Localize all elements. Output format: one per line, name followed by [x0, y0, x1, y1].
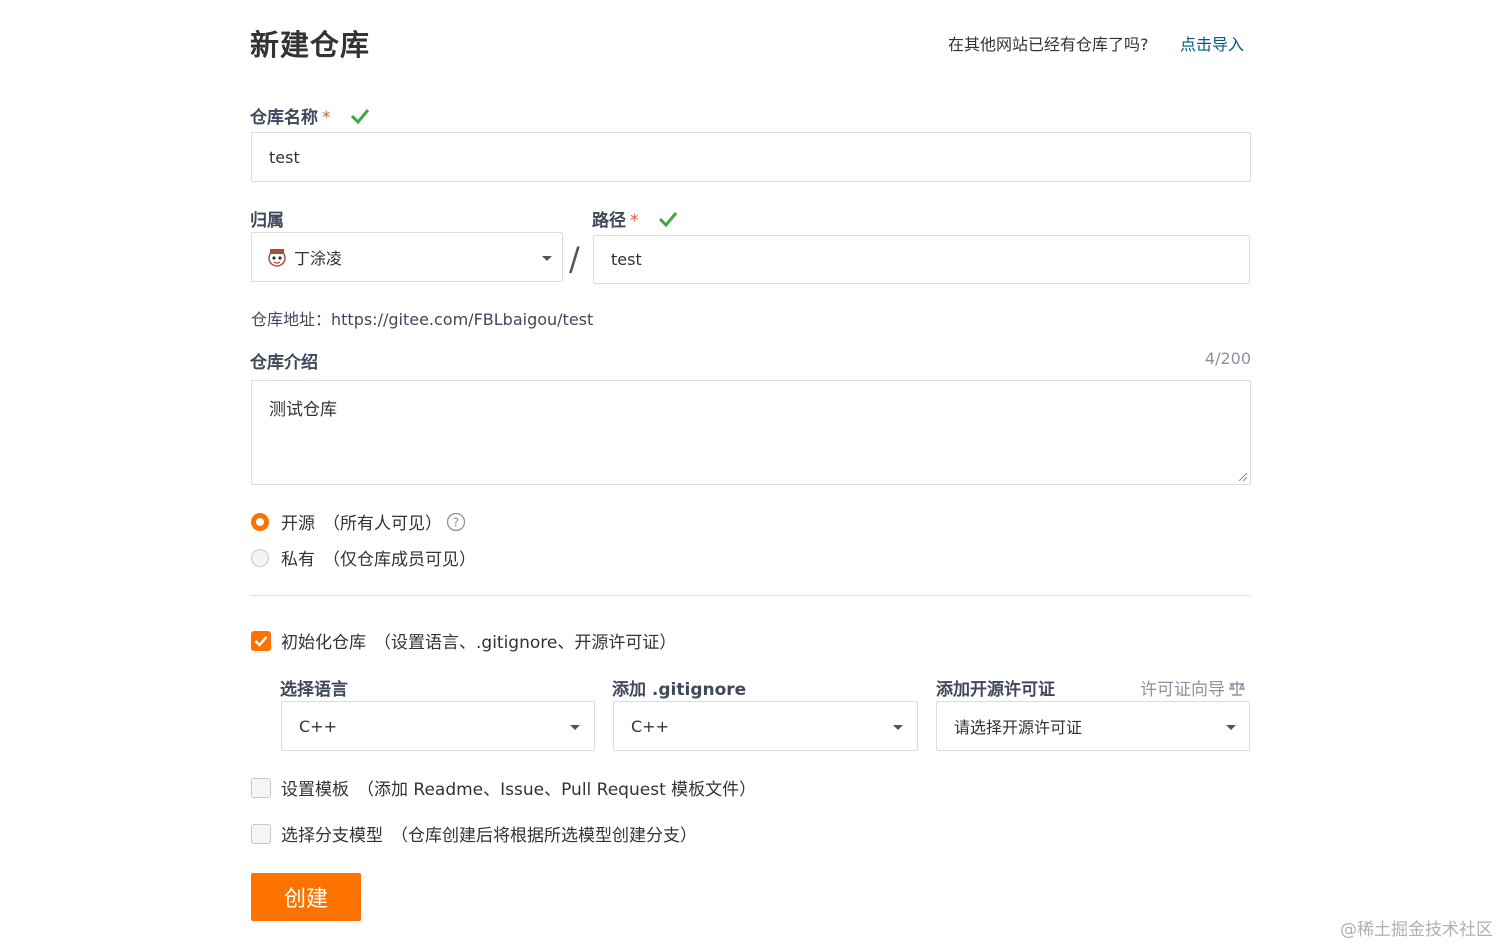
import-question: 在其他网站已经有仓库了吗?: [948, 35, 1149, 54]
license-select[interactable]: 请选择开源许可证: [936, 701, 1250, 751]
repo-address: 仓库地址：https://gitee.com/FBLbaigou/test: [251, 310, 594, 329]
visibility-private-label: 私有: [281, 550, 315, 570]
gitignore-select[interactable]: C++: [613, 701, 918, 751]
check-icon: [351, 109, 370, 125]
branch-model-option[interactable]: 选择分支模型 （仓库创建后将根据所选模型创建分支）: [251, 821, 697, 846]
description-counter: 4/200: [1204, 349, 1251, 368]
check-icon: [254, 635, 268, 647]
description-label: 仓库介绍: [250, 353, 318, 373]
branch-model-note: （仓库创建后将根据所选模型创建分支）: [391, 826, 697, 846]
visibility-option-public[interactable]: 开源 （所有人可见） ?: [251, 509, 466, 534]
language-value: C++: [299, 716, 337, 736]
license-value: 请选择开源许可证: [954, 718, 1083, 737]
caret-down-icon: [1226, 725, 1236, 730]
init-repo-label: 初始化仓库: [281, 633, 366, 653]
templates-option[interactable]: 设置模板 （添加 Readme、Issue、Pull Request 模板文件）: [251, 775, 756, 800]
language-label: 选择语言: [280, 680, 348, 700]
path-value: test: [611, 250, 642, 269]
avatar-icon: [268, 249, 286, 267]
description-value: 测试仓库: [269, 400, 337, 420]
caret-down-icon: [542, 256, 552, 261]
visibility-private-note: （仅仓库成员可见）: [323, 550, 476, 570]
templates-note: （添加 Readme、Issue、Pull Request 模板文件）: [357, 780, 757, 800]
divider: [250, 595, 1251, 596]
repo-name-label: 仓库名称 *: [250, 103, 370, 128]
gitignore-value: C++: [631, 716, 669, 736]
caret-down-icon: [893, 725, 903, 730]
svg-text:?: ?: [453, 515, 459, 529]
init-repo-checkbox[interactable]: [251, 630, 271, 651]
templates-checkbox[interactable]: [251, 777, 271, 798]
owner-value: 丁涂凌: [294, 249, 343, 268]
visibility-public-note: （所有人可见）: [323, 514, 442, 534]
branch-model-checkbox[interactable]: [251, 823, 271, 844]
create-button[interactable]: 创建: [251, 873, 361, 921]
license-guide-link[interactable]: 许可证向导: [1140, 675, 1246, 700]
owner-label: 归属: [250, 211, 284, 231]
owner-select[interactable]: 丁涂凌: [251, 232, 563, 282]
repo-name-input[interactable]: test: [251, 132, 1251, 182]
radio-public[interactable]: [251, 512, 269, 531]
check-icon: [659, 212, 678, 228]
page-title: 新建仓库: [250, 28, 371, 62]
license-label: 添加开源许可证: [936, 680, 1055, 700]
owner-path-separator: /: [569, 240, 580, 278]
import-link[interactable]: 点击导入: [1180, 31, 1244, 55]
init-repo-option[interactable]: 初始化仓库 （设置语言、.gitignore、开源许可证）: [251, 628, 676, 653]
license-guide-label: 许可证向导: [1140, 680, 1225, 700]
repo-name-value: test: [269, 147, 300, 167]
watermark: @稀土掘金技术社区: [1340, 920, 1493, 940]
path-input[interactable]: test: [593, 235, 1250, 284]
scale-icon: [1228, 680, 1246, 696]
language-select[interactable]: C++: [281, 701, 595, 751]
description-textarea[interactable]: 测试仓库: [251, 380, 1251, 485]
resize-handle-icon[interactable]: [1239, 473, 1247, 481]
radio-private[interactable]: [251, 548, 269, 567]
caret-down-icon: [570, 725, 580, 730]
init-repo-note: （设置语言、.gitignore、开源许可证）: [374, 633, 677, 653]
branch-model-label: 选择分支模型: [281, 826, 383, 846]
path-label: 路径 *: [592, 206, 678, 231]
question-circle-icon[interactable]: ?: [446, 512, 466, 532]
templates-label: 设置模板: [281, 780, 349, 800]
visibility-option-private[interactable]: 私有 （仅仓库成员可见）: [251, 545, 476, 570]
gitignore-label: 添加 .gitignore: [612, 680, 747, 700]
visibility-public-label: 开源: [281, 514, 315, 534]
